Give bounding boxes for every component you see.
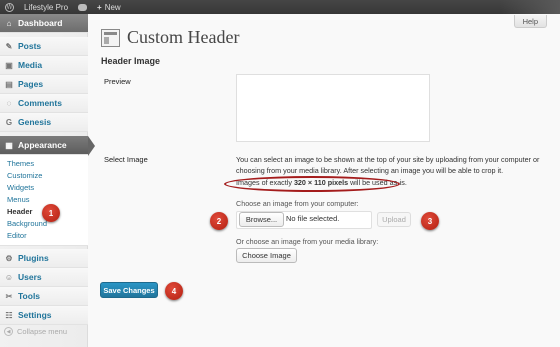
- collapse-label: Collapse menu: [17, 327, 68, 336]
- plus-icon: +: [97, 2, 102, 12]
- header-preview-box: [236, 74, 430, 142]
- menu-plugins[interactable]: ⚙ Plugins: [0, 249, 88, 268]
- menu-label: Genesis: [18, 117, 52, 127]
- select-image-label: Select Image: [104, 155, 148, 164]
- submenu-themes[interactable]: Themes: [0, 158, 88, 170]
- admin-bar: W Lifestyle Pro + New: [0, 0, 560, 14]
- menu-label: Tools: [18, 291, 41, 301]
- preview-label: Preview: [104, 77, 131, 86]
- menu-media[interactable]: ▣ Media: [0, 56, 88, 75]
- menu-label: Appearance: [18, 140, 67, 150]
- home-icon: ⌂: [6, 18, 12, 28]
- annotation-marker-4: 4: [165, 282, 183, 300]
- appearance-icon: ▦: [5, 140, 13, 150]
- menu-settings[interactable]: ☷ Settings: [0, 306, 88, 325]
- choose-library-label: Or choose an image from your media libra…: [236, 237, 379, 246]
- annotation-marker-1: 1: [42, 204, 60, 222]
- size-highlight-oval: [224, 176, 400, 192]
- tools-icon: ✂: [5, 291, 13, 301]
- menu-label: Media: [18, 60, 43, 70]
- settings-icon: ☷: [5, 310, 13, 320]
- genesis-icon: G: [5, 117, 13, 127]
- users-icon: ☺: [4, 272, 14, 282]
- wordpress-logo-button[interactable]: W: [0, 0, 19, 14]
- submenu-customize[interactable]: Customize: [0, 170, 88, 182]
- upload-button[interactable]: Upload: [377, 212, 411, 227]
- plugin-icon: ⚙: [5, 253, 13, 263]
- select-description-2: choosing from your media library. After …: [236, 166, 504, 175]
- collapse-arrow-icon: ◀: [4, 327, 13, 336]
- submenu-editor[interactable]: Editor: [0, 230, 88, 242]
- choose-computer-label: Choose an image from your computer:: [236, 199, 359, 208]
- select-description-1: You can select an image to be shown at t…: [236, 155, 540, 164]
- choose-image-button[interactable]: Choose Image: [236, 248, 297, 263]
- new-label: New: [104, 2, 121, 12]
- menu-pages[interactable]: ▤ Pages: [0, 75, 88, 94]
- menu-label: Plugins: [18, 253, 49, 263]
- menu-genesis[interactable]: G Genesis: [0, 113, 88, 132]
- menu-label: Dashboard: [18, 18, 63, 28]
- comment-icon: ◌: [6, 98, 12, 108]
- section-title: Header Image: [101, 56, 161, 66]
- menu-tools[interactable]: ✂ Tools: [0, 287, 88, 306]
- comment-bubble-icon: [78, 3, 88, 11]
- menu-comments[interactable]: ◌ Comments: [0, 94, 88, 113]
- annotation-marker-2: 2: [210, 212, 228, 230]
- admin-sidebar: ⌂ Dashboard ✎ Posts ▣ Media ▤ Pages ◌ Co…: [0, 14, 95, 347]
- pin-icon: ✎: [5, 41, 13, 51]
- help-tab-button[interactable]: Help: [513, 15, 547, 28]
- submenu-background[interactable]: Background: [0, 218, 88, 230]
- menu-label: Pages: [18, 79, 44, 89]
- new-content-button[interactable]: + New: [92, 0, 126, 14]
- menu-label: Posts: [18, 41, 42, 51]
- file-status: No file selected.: [286, 214, 340, 223]
- site-name-link[interactable]: Lifestyle Pro: [19, 0, 73, 14]
- menu-label: Users: [18, 272, 42, 282]
- menu-users[interactable]: ☺ Users: [0, 268, 88, 287]
- page-title: Custom Header: [101, 27, 239, 48]
- submenu-menus[interactable]: Menus: [0, 194, 88, 206]
- collapse-menu-button[interactable]: ◀ Collapse menu: [4, 327, 67, 336]
- admin-bar-fade: [500, 0, 560, 14]
- browse-button[interactable]: Browse...: [239, 212, 284, 227]
- menu-posts[interactable]: ✎ Posts: [0, 37, 88, 56]
- annotation-marker-3: 3: [421, 212, 439, 230]
- media-icon: ▣: [5, 60, 13, 70]
- wordpress-logo-icon: W: [5, 2, 14, 12]
- save-changes-button[interactable]: Save Changes: [100, 282, 158, 298]
- appearance-submenu: Themes Customize Widgets Menus Header Ba…: [0, 155, 88, 246]
- page-icon: ▤: [5, 79, 13, 89]
- menu-label: Comments: [18, 98, 62, 108]
- site-name: Lifestyle Pro: [24, 2, 69, 12]
- submenu-widgets[interactable]: Widgets: [0, 182, 88, 194]
- menu-appearance[interactable]: ▦ Appearance: [0, 136, 88, 155]
- menu-label: Settings: [18, 310, 52, 320]
- custom-header-icon: [101, 28, 120, 47]
- menu-dashboard[interactable]: ⌂ Dashboard: [0, 14, 88, 33]
- comments-button[interactable]: [73, 0, 92, 14]
- page-heading: Custom Header: [127, 27, 240, 47]
